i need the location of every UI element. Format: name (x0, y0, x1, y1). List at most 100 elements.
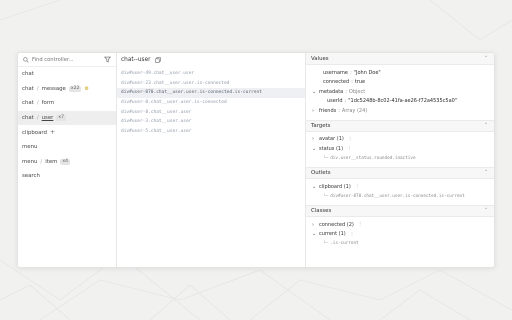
targets-section: › avatar (1) ⋮ ⌄ status (1) ⋮ └─ div.use… (306, 132, 494, 168)
element-row[interactable]: div#user-49.chat__user.user (117, 69, 305, 79)
element-row[interactable]: div#user-23.chat__user.user.is-connected (117, 79, 305, 89)
controller-sublabel: form (41, 100, 55, 107)
instance-count-badge: x4 (60, 158, 71, 165)
value-key: username (323, 69, 348, 76)
element-row[interactable]: div#user-8.chat__user.user (117, 107, 305, 117)
classes-section-header[interactable]: Classes ˄ (306, 205, 494, 217)
instance-count-badge: x7 (56, 115, 67, 122)
more-icon[interactable]: ⋮ (348, 137, 353, 142)
elements-panel: chat--user div#user-49.chat__user.user d… (117, 53, 306, 267)
instance-count-badge: x22 (68, 85, 82, 92)
target-label: status (1) (319, 145, 344, 152)
chevron-right-icon[interactable]: › (312, 108, 317, 114)
chevron-down-icon[interactable]: ⌄ (312, 231, 317, 237)
class-label: connected (2) (319, 221, 354, 228)
controller-item-search[interactable]: search (18, 169, 116, 184)
controller-item-clipboard[interactable]: clipboard + (18, 125, 116, 140)
controller-sublabel: item (45, 158, 58, 165)
chevron-down-icon[interactable]: ⌄ (312, 184, 317, 190)
tree-connector: └─ (323, 155, 329, 161)
controller-list: chat chat / message x22 ⚙ chat / form ch… (18, 67, 116, 184)
more-icon[interactable]: ⋮ (350, 232, 355, 237)
stimulus-devtools-panel: chat chat / message x22 ⚙ chat / form ch… (17, 52, 495, 268)
class-name[interactable]: .is-current (330, 241, 358, 246)
chevron-up-icon[interactable]: ˄ (483, 170, 489, 176)
value-row-metadata[interactable]: ⌄ metadata: Object (312, 87, 488, 97)
controllers-sidebar: chat chat / message x22 ⚙ chat / form ch… (18, 53, 117, 267)
value-type: Object (348, 88, 366, 95)
value-row-friends[interactable]: › friends: Array (24) (312, 106, 488, 116)
section-title: Outlets (311, 170, 331, 176)
value-key: friends (319, 107, 337, 114)
more-icon[interactable]: ⋮ (358, 222, 363, 227)
controller-label: chat (22, 100, 34, 107)
value-value[interactable]: "John Doe" (354, 70, 381, 76)
filter-icon[interactable] (104, 56, 111, 63)
controller-label: menu (22, 158, 38, 165)
outlets-section-header[interactable]: Outlets ˄ (306, 167, 494, 179)
controller-sublabel: message (41, 85, 66, 92)
chevron-right-icon[interactable]: › (312, 136, 317, 142)
target-element-selector[interactable]: div.user__status.rounded.inactive (330, 156, 415, 161)
chevron-right-icon[interactable]: › (312, 222, 317, 228)
search-input[interactable] (32, 56, 92, 63)
value-value[interactable]: "1dc5248b-8c02-41fa-ae26-f72a4535c5a0" (348, 98, 457, 104)
element-list: div#user-49.chat__user.user div#user-23.… (117, 67, 305, 136)
copy-icon[interactable] (154, 57, 161, 63)
chevron-up-icon[interactable]: ˄ (483, 56, 489, 62)
value-row-userid[interactable]: userId: "1dc5248b-8c02-41fa-ae26-f72a453… (312, 97, 488, 107)
controller-label: menu (22, 144, 38, 151)
value-key: connected (323, 79, 350, 86)
outlet-element-selector[interactable]: div#user-870.chat__user.user.is-connecte… (330, 194, 465, 199)
value-row-username[interactable]: username: "John Doe" (312, 68, 488, 78)
controller-label: chat (22, 71, 34, 78)
class-element[interactable]: └─ .is-current (312, 239, 488, 249)
values-section: username: "John Doe" connected: true ⌄ m… (306, 65, 494, 120)
class-row-connected[interactable]: › connected (2) ⋮ (312, 220, 488, 230)
target-label: avatar (1) (319, 136, 344, 143)
chevron-down-icon[interactable]: ⌄ (312, 146, 317, 152)
controller-item-chat-user[interactable]: chat / user x7 (18, 110, 116, 126)
tree-connector: └─ (323, 193, 329, 199)
targets-section-header[interactable]: Targets ˄ (306, 119, 494, 132)
controller-label: clipboard (22, 129, 47, 136)
search-icon (23, 56, 29, 63)
controller-item-chat-message[interactable]: chat / message x22 ⚙ (18, 82, 116, 97)
element-row-selected[interactable]: div#user-870.chat__user.user.is-connecte… (117, 88, 305, 98)
target-element[interactable]: └─ div.user__status.rounded.inactive (312, 154, 488, 164)
value-key: metadata (319, 88, 344, 95)
chevron-up-icon[interactable]: ˄ (483, 208, 489, 214)
tree-connector: └─ (323, 241, 329, 247)
controller-label: search (22, 173, 40, 180)
value-row-connected[interactable]: connected: true (312, 78, 488, 88)
more-icon[interactable]: ⋮ (347, 146, 352, 151)
controller-item-chat-form[interactable]: chat / form (18, 96, 116, 111)
chevron-down-icon[interactable]: ⌄ (312, 89, 317, 95)
target-row-avatar[interactable]: › avatar (1) ⋮ (312, 135, 488, 145)
chevron-up-icon[interactable]: ˄ (483, 123, 489, 129)
value-type: Array (24) (341, 107, 368, 114)
class-row-current[interactable]: ⌄ current (1) ⋮ (312, 230, 488, 240)
element-row[interactable]: div#user-3.chat__user.user (117, 117, 305, 127)
class-label: current (1) (319, 231, 346, 238)
controller-item-menu-item[interactable]: menu / item x4 (18, 155, 116, 170)
warning-icon: ⚙ (84, 85, 89, 92)
controller-title: chat--user (121, 57, 151, 63)
element-row[interactable]: div#user-5.chat__user.user (117, 127, 305, 137)
controller-item-chat[interactable]: chat (18, 67, 116, 82)
controller-item-menu[interactable]: menu (18, 140, 116, 155)
value-value[interactable]: true (355, 79, 365, 85)
target-row-status[interactable]: ⌄ status (1) ⋮ (312, 144, 488, 154)
more-icon[interactable]: ⋮ (355, 184, 360, 189)
outlets-section: ⌄ clipboard (1) ⋮ └─ div#user-870.chat__… (306, 179, 494, 205)
path-separator: / (36, 85, 39, 92)
outlet-row-clipboard[interactable]: ⌄ clipboard (1) ⋮ (312, 182, 488, 192)
path-separator: / (40, 158, 43, 165)
values-section-header[interactable]: Values ˄ (306, 53, 494, 65)
element-row[interactable]: div#user-8.chat__user.user.is-connected (117, 98, 305, 108)
path-separator: / (36, 100, 39, 107)
outlet-element[interactable]: └─ div#user-870.chat__user.user.is-conne… (312, 192, 488, 202)
search-bar (18, 53, 116, 67)
controller-sublabel: user (41, 115, 54, 122)
value-key: userId (327, 98, 343, 105)
